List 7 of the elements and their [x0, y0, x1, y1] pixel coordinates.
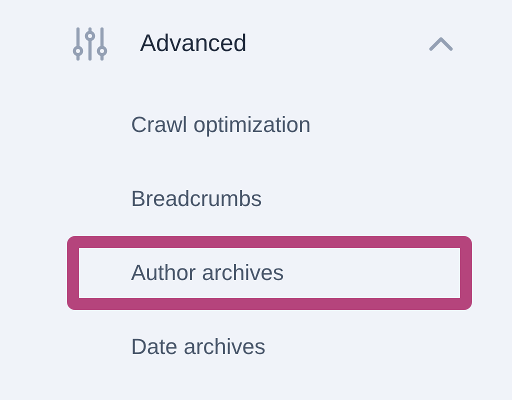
section-title[interactable]: Advanced [140, 30, 247, 58]
menu-item[interactable]: Date archives [67, 310, 472, 384]
sliders-icon [72, 26, 108, 62]
menu-item[interactable]: Crawl optimization [67, 88, 472, 162]
chevron-up-icon[interactable] [428, 36, 454, 52]
menu-item[interactable]: Breadcrumbs [67, 162, 472, 236]
highlighted-menu-item[interactable]: Author archives [67, 236, 472, 310]
